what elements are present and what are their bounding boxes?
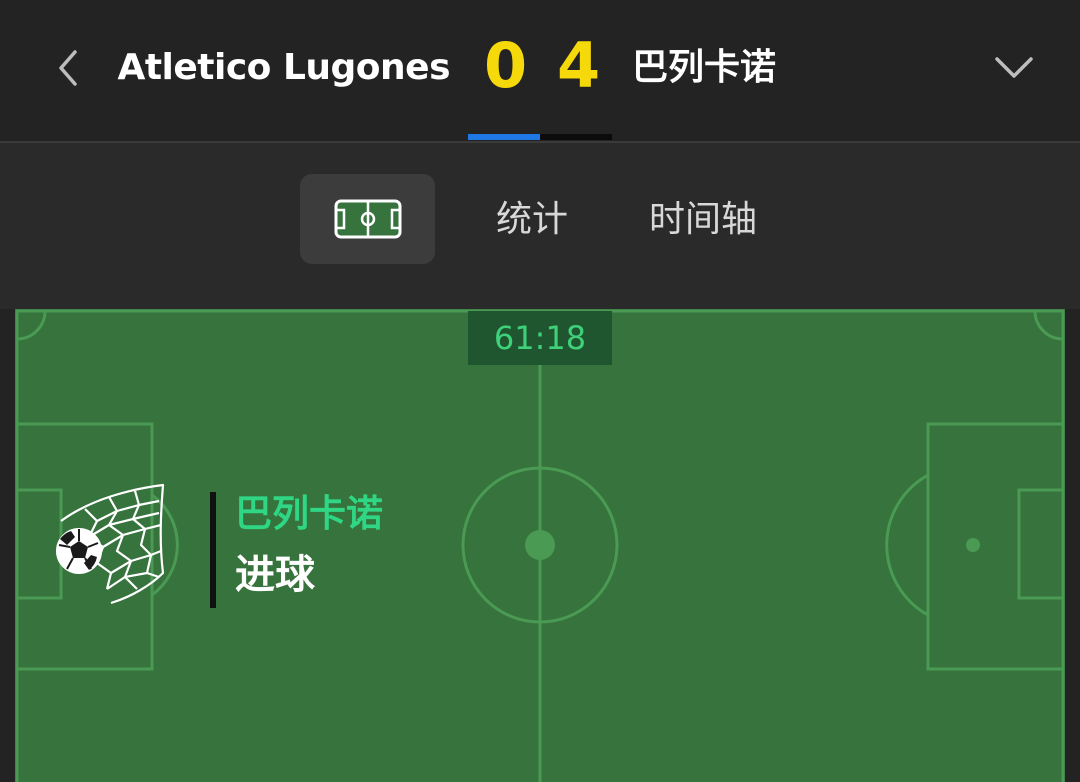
back-button[interactable] bbox=[44, 42, 92, 94]
page-indicator-active bbox=[468, 134, 540, 140]
match-clock: 61:18 bbox=[468, 311, 612, 365]
event-divider-bar bbox=[210, 492, 216, 608]
away-score: 4 bbox=[557, 29, 601, 102]
page-indicator bbox=[468, 134, 612, 140]
chevron-down-icon bbox=[995, 57, 1033, 78]
football-field-icon bbox=[334, 199, 401, 239]
tab-stats[interactable]: 统计 bbox=[496, 195, 568, 245]
home-team-name: Atletico Lugones bbox=[117, 47, 450, 88]
away-team-name: 巴列卡诺 bbox=[632, 47, 777, 88]
goal-net-icon bbox=[56, 483, 165, 605]
football-pitch: 61:18 巴列卡诺 进球 bbox=[15, 309, 1065, 782]
home-score: 0 bbox=[484, 29, 528, 102]
tab-timeline[interactable]: 时间轴 bbox=[649, 195, 757, 245]
event-team-name: 巴列卡诺 bbox=[235, 492, 383, 535]
page-indicator-inactive bbox=[540, 134, 612, 140]
tab-field[interactable] bbox=[300, 174, 435, 264]
match-header: Atletico Lugones 0 4 巴列卡诺 bbox=[0, 0, 1080, 143]
event-type-label: 进球 bbox=[235, 552, 315, 598]
expand-button[interactable] bbox=[990, 44, 1038, 92]
tab-bar: 统计 时间轴 bbox=[0, 143, 1080, 309]
chevron-left-icon bbox=[59, 50, 77, 86]
